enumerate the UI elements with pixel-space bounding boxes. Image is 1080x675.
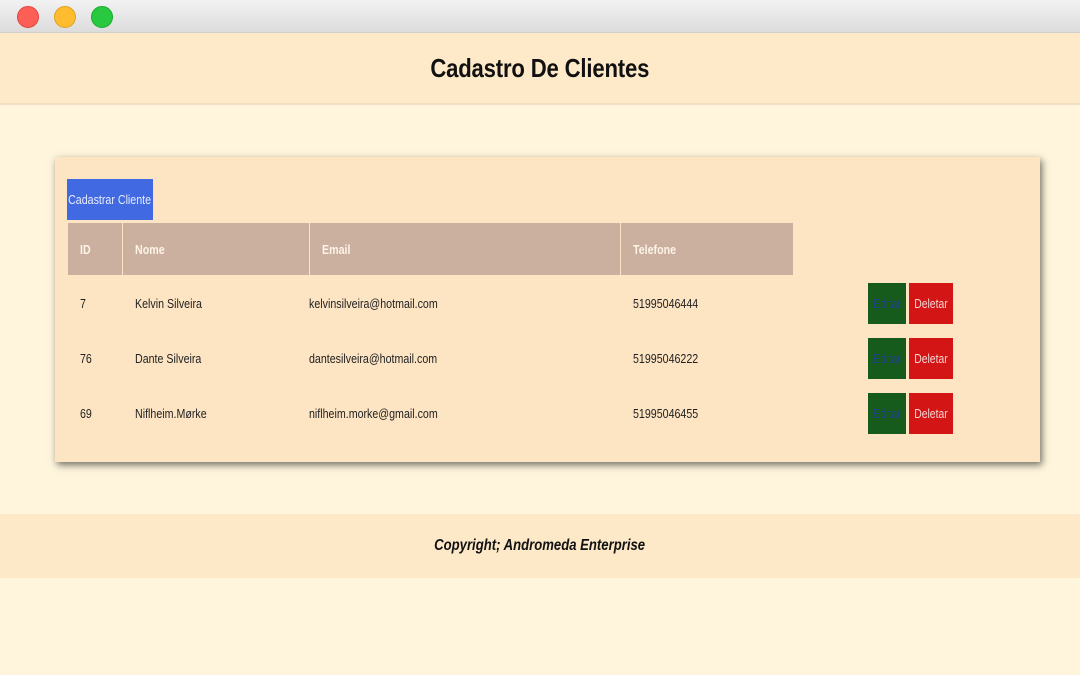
cell-id: 76 [80, 351, 92, 366]
cell-telefone: 51995046455 [633, 406, 699, 421]
column-header-telefone: Telefone [621, 223, 793, 275]
column-header-id: ID [68, 223, 122, 275]
column-header-nome: Nome [123, 223, 309, 275]
cell-nome: Niflheim.Mørke [135, 406, 207, 421]
cell-telefone: 51995046222 [633, 351, 699, 366]
new-client-button-label: Cadastrar Cliente [68, 192, 152, 207]
page-title: Cadastro De Clientes [430, 52, 650, 83]
page-header: Cadastro De Clientes [0, 33, 1080, 105]
cell-email: kelvinsilveira@hotmail.com [309, 296, 438, 311]
maximize-window-button[interactable] [91, 6, 113, 28]
edit-button[interactable]: Editar [868, 283, 906, 324]
table-row: 76 Dante Silveira dantesilveira@hotmail.… [55, 331, 1040, 386]
new-client-button[interactable]: Cadastrar Cliente [67, 179, 153, 220]
column-header-email: Email [310, 223, 620, 275]
cell-id: 7 [80, 296, 86, 311]
edit-button[interactable]: Editar [868, 338, 906, 379]
table-row: 69 Niflheim.Mørke niflheim.morke@gmail.c… [55, 386, 1040, 441]
cell-id: 69 [80, 406, 92, 421]
delete-button[interactable]: Deletar [909, 393, 953, 434]
delete-button[interactable]: Deletar [909, 283, 953, 324]
cell-email: dantesilveira@hotmail.com [309, 351, 438, 366]
cell-email: niflheim.morke@gmail.com [309, 406, 438, 421]
delete-button[interactable]: Deletar [909, 338, 953, 379]
cell-nome: Kelvin Silveira [135, 296, 202, 311]
edit-button[interactable]: Editar [868, 393, 906, 434]
page-footer: Copyright; Andromeda Enterprise [0, 514, 1080, 578]
cell-nome: Dante Silveira [135, 351, 202, 366]
cell-telefone: 51995046444 [633, 296, 699, 311]
close-window-button[interactable] [17, 6, 39, 28]
minimize-window-button[interactable] [54, 6, 76, 28]
clients-card: Cadastrar Cliente ID Nome Email Telefone… [55, 157, 1040, 462]
window-titlebar [0, 0, 1080, 33]
copyright-text: Copyright; Andromeda Enterprise [434, 537, 646, 554]
table-row: 7 Kelvin Silveira kelvinsilveira@hotmail… [55, 276, 1040, 331]
